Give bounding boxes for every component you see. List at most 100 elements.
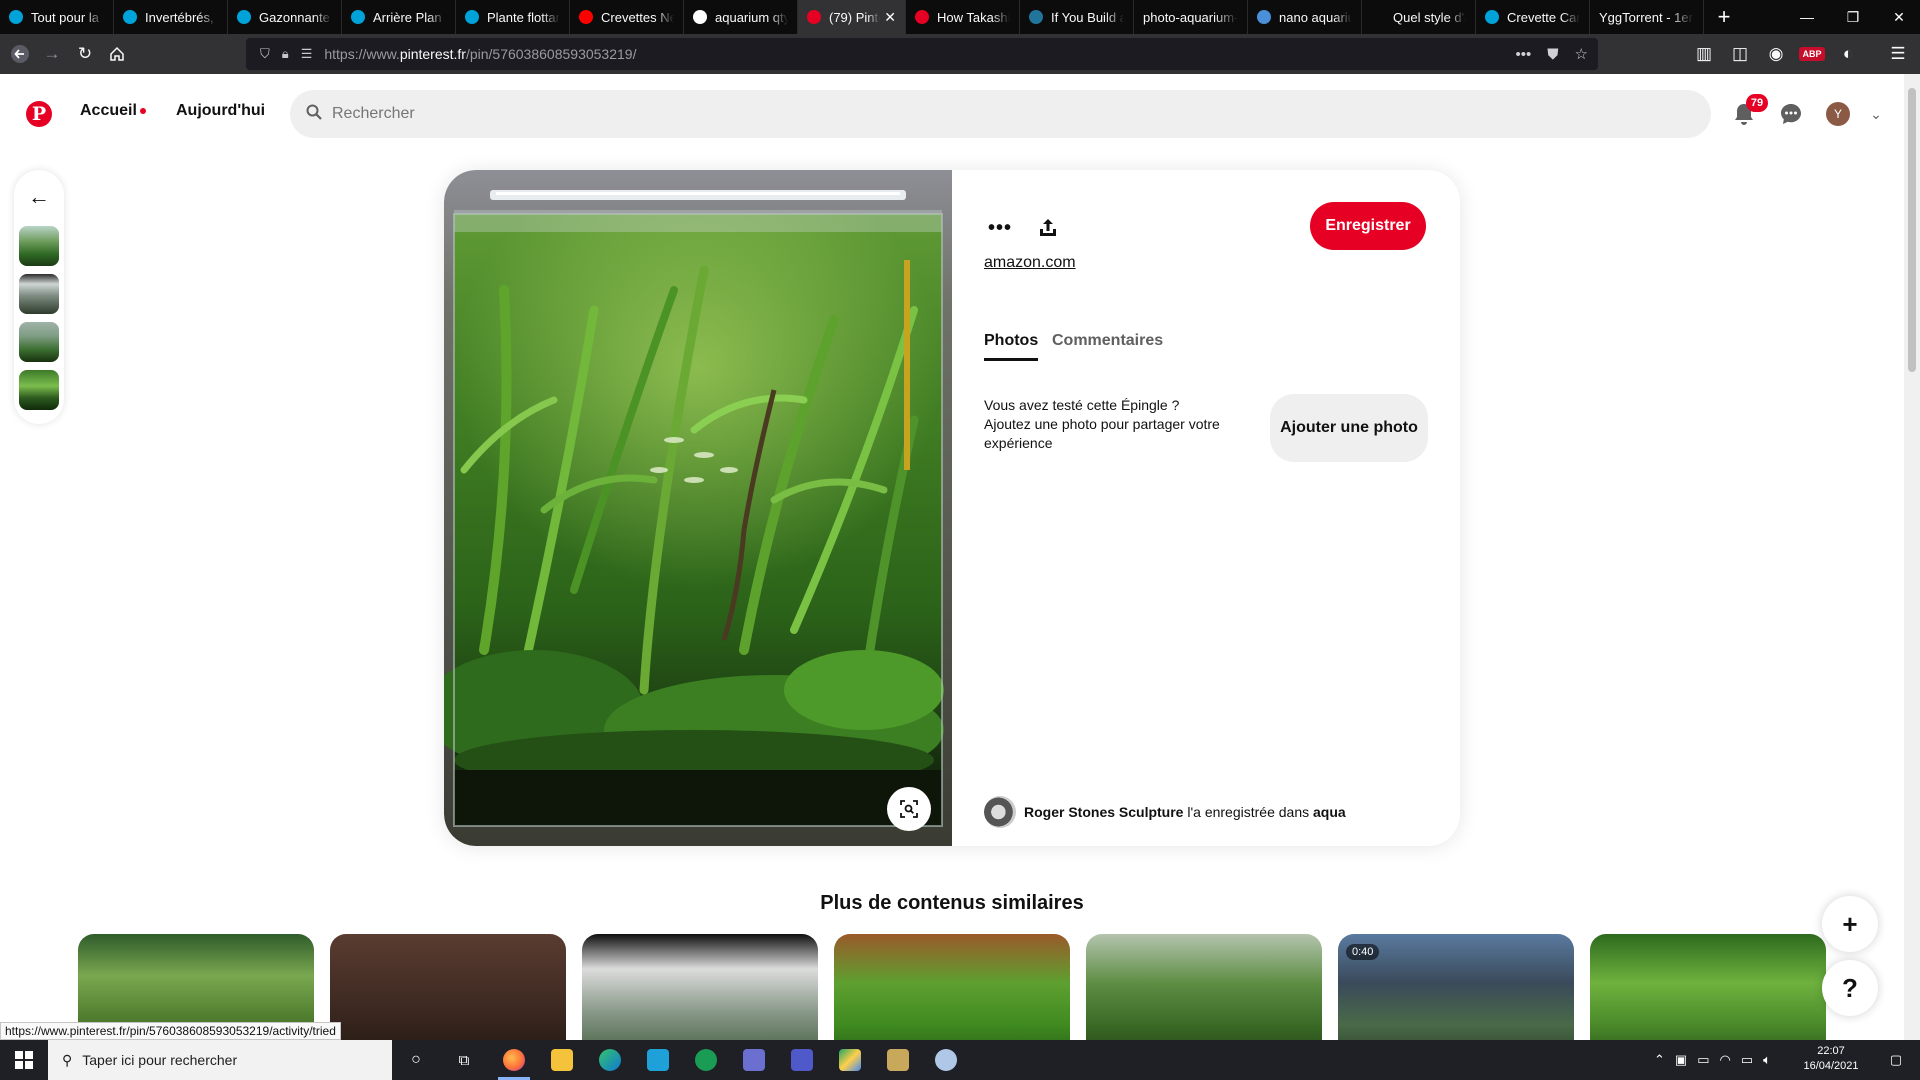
similar-pin[interactable] xyxy=(834,934,1070,1040)
saver-avatar[interactable] xyxy=(984,796,1016,828)
browser-nav-bar: → ↻ ⛉ 🔒︎ ☰ https://www.pinterest.fr/pin/… xyxy=(0,34,1920,74)
tried-question: Vous avez testé cette Épingle ? xyxy=(984,397,1180,413)
back-button[interactable] xyxy=(4,38,36,70)
google-icon xyxy=(693,10,707,24)
pin-image[interactable] xyxy=(444,170,952,846)
task-view-button[interactable]: ⧉ xyxy=(444,1044,484,1076)
more-options-button[interactable]: ••• xyxy=(980,208,1020,248)
new-tab-button[interactable]: + xyxy=(1704,0,1744,34)
share-button[interactable] xyxy=(1028,208,1068,248)
search-input[interactable] xyxy=(332,105,1711,123)
taskbar-search[interactable]: ⚲ Taper ici pour rechercher xyxy=(48,1040,392,1080)
save-button[interactable]: Enregistrer xyxy=(1310,202,1426,250)
browser-tab[interactable]: Quel style d'a xyxy=(1362,0,1476,34)
shield-icon[interactable]: ⛉ xyxy=(260,46,270,62)
history-thumbnail[interactable] xyxy=(19,370,59,410)
help-button[interactable]: ? xyxy=(1822,960,1878,1016)
browser-tab[interactable]: photo-aquarium- xyxy=(1134,0,1248,34)
browser-tab[interactable]: (79) Pinter✕ xyxy=(798,0,906,34)
menu-button[interactable]: ☰ xyxy=(1882,38,1914,70)
search-bar[interactable] xyxy=(290,90,1711,138)
similar-pin[interactable] xyxy=(330,934,566,1040)
adblock-button[interactable]: ABP xyxy=(1796,38,1828,70)
browser-tab[interactable]: Gazonnante - xyxy=(228,0,342,34)
tab-comments[interactable]: Commentaires xyxy=(1052,332,1163,350)
visual-search-button[interactable] xyxy=(887,787,931,831)
restore-button[interactable]: ❐ xyxy=(1830,0,1876,34)
scrollbar-thumb[interactable] xyxy=(1908,88,1916,372)
page-actions-icon[interactable]: ••• xyxy=(1516,46,1532,63)
taskbar-app-box[interactable] xyxy=(878,1044,918,1076)
notifications-center-button[interactable]: ▢ xyxy=(1878,1040,1914,1080)
page-scrollbar[interactable] xyxy=(1904,74,1920,1040)
tray-app-icon[interactable]: ▣ xyxy=(1675,1052,1687,1068)
taskbar-teams[interactable] xyxy=(782,1044,822,1076)
messages-button[interactable] xyxy=(1775,98,1807,130)
ellipsis-icon: ••• xyxy=(987,216,1012,239)
close-tab-icon[interactable]: ✕ xyxy=(884,9,896,26)
account-menu-button[interactable]: ⌄ xyxy=(1860,98,1892,130)
taskbar-app-w[interactable] xyxy=(686,1044,726,1076)
permissions-icon[interactable]: ☰ xyxy=(301,46,313,62)
cortana-button[interactable]: ○ xyxy=(396,1044,436,1076)
history-thumbnail[interactable] xyxy=(19,226,59,266)
library-button[interactable]: ▥ xyxy=(1688,38,1720,70)
taskbar-clock[interactable]: 22:07 16/04/2021 xyxy=(1796,1044,1866,1074)
saver-name[interactable]: Roger Stones Sculpture xyxy=(1024,804,1183,820)
start-button[interactable] xyxy=(0,1040,48,1080)
wifi-icon[interactable]: ◠ xyxy=(1720,1052,1731,1068)
create-button[interactable]: + xyxy=(1822,896,1878,952)
nav-today[interactable]: Aujourd'hui xyxy=(176,102,265,120)
browser-tab[interactable]: aquarium qty xyxy=(684,0,798,34)
taskbar-app-mail[interactable] xyxy=(734,1044,774,1076)
reload-button[interactable]: ↻ xyxy=(69,38,101,70)
tray-monitor-icon[interactable]: ▭ xyxy=(1697,1052,1709,1068)
back-arrow-button[interactable]: ← xyxy=(24,182,54,212)
history-thumbnail[interactable] xyxy=(19,322,59,362)
similar-pin-video[interactable]: 0:40 xyxy=(1338,934,1574,1040)
user-avatar[interactable]: Y xyxy=(1826,102,1850,126)
chevron-up-icon[interactable]: ⌃ xyxy=(1654,1052,1665,1068)
taskbar-explorer[interactable] xyxy=(542,1044,582,1076)
browser-tab[interactable]: nano aquariu xyxy=(1248,0,1362,34)
taskbar-app-l[interactable] xyxy=(638,1044,678,1076)
extension-button[interactable]: ◐ xyxy=(1832,38,1864,70)
browser-tab[interactable]: YggTorrent - 1er T xyxy=(1590,0,1704,34)
browser-tab[interactable]: Tout pour la b xyxy=(0,0,114,34)
account-button[interactable]: ◉ xyxy=(1760,38,1792,70)
chat-icon xyxy=(1781,104,1801,124)
saver-board[interactable]: aqua xyxy=(1313,804,1346,820)
browser-tab[interactable]: Arrière Plan - xyxy=(342,0,456,34)
url-text[interactable]: https://www.pinterest.fr/pin/57603860859… xyxy=(324,46,636,62)
browser-tab[interactable]: Crevettes Nec xyxy=(570,0,684,34)
taskbar-app-globe[interactable] xyxy=(926,1044,966,1076)
lock-icon[interactable]: 🔒︎ xyxy=(282,46,289,62)
minimize-button[interactable]: — xyxy=(1784,0,1830,34)
home-button[interactable] xyxy=(101,38,133,70)
add-photo-button[interactable]: Ajouter une photo xyxy=(1270,394,1428,462)
browser-tab[interactable]: How Takashi xyxy=(906,0,1020,34)
history-thumbnail[interactable] xyxy=(19,274,59,314)
battery-icon[interactable]: ▭ xyxy=(1741,1052,1753,1068)
source-link[interactable]: amazon.com xyxy=(984,254,1076,272)
volume-icon[interactable]: 🔈︎ xyxy=(1763,1052,1771,1068)
url-bar[interactable]: ⛉ 🔒︎ ☰ https://www.pinterest.fr/pin/5760… xyxy=(246,38,1598,70)
tab-photos[interactable]: Photos xyxy=(984,332,1039,361)
forward-button[interactable]: → xyxy=(36,38,68,70)
taskbar-edge[interactable] xyxy=(590,1044,630,1076)
nav-home[interactable]: Accueil xyxy=(80,102,146,120)
pinterest-logo[interactable]: P xyxy=(26,101,52,127)
browser-tab[interactable]: Invertébrés, c xyxy=(114,0,228,34)
browser-tab[interactable]: Crevette Cari xyxy=(1476,0,1590,34)
bookmark-star-icon[interactable]: ☆ xyxy=(1575,45,1588,63)
taskbar-firefox[interactable] xyxy=(494,1044,534,1080)
pocket-icon[interactable]: ⛊ xyxy=(1547,46,1558,63)
sidebar-button[interactable]: ◫ xyxy=(1724,38,1756,70)
browser-tab[interactable]: If You Build a xyxy=(1020,0,1134,34)
browser-tab[interactable]: Plante flottan xyxy=(456,0,570,34)
close-window-button[interactable]: ✕ xyxy=(1876,0,1920,34)
taskbar-app-drive[interactable] xyxy=(830,1044,870,1076)
similar-pin[interactable] xyxy=(582,934,818,1040)
similar-pin[interactable] xyxy=(1086,934,1322,1040)
similar-pin[interactable] xyxy=(1590,934,1826,1040)
